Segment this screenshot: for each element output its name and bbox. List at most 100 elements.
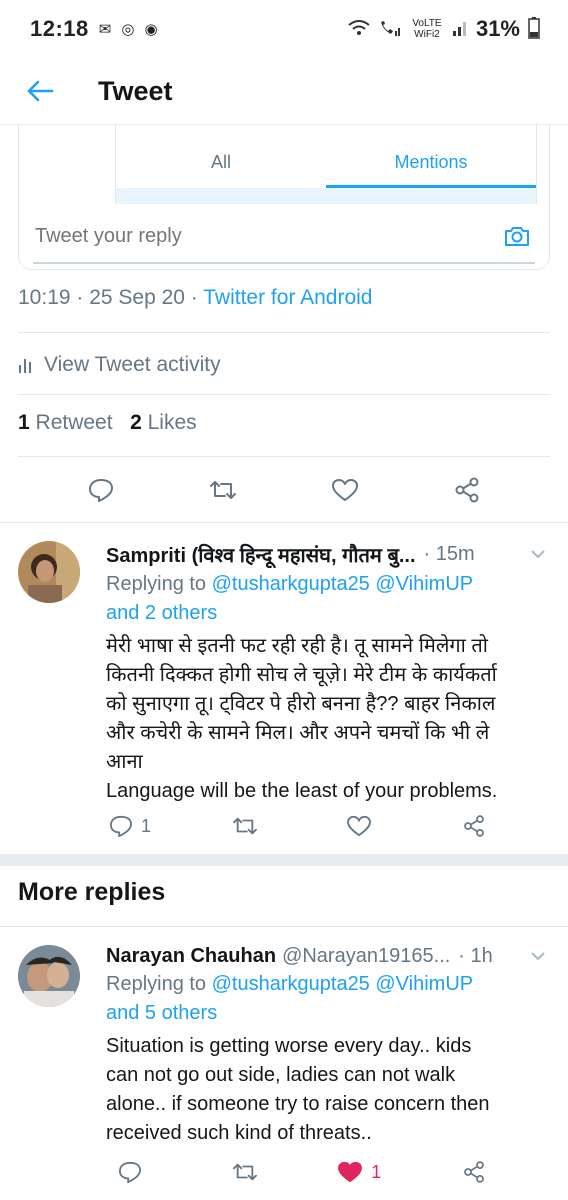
- reply-composer[interactable]: [33, 210, 535, 264]
- mail-icon: ✉: [98, 20, 112, 38]
- heart-icon: [347, 815, 372, 837]
- reply-icon: [118, 1161, 142, 1183]
- tab-all[interactable]: All: [116, 142, 326, 186]
- wifi-icon: [348, 19, 370, 39]
- tweet-source-link[interactable]: Twitter for Android: [203, 286, 372, 309]
- back-arrow-icon: [27, 80, 54, 102]
- share-button[interactable]: [443, 470, 491, 510]
- view-tweet-activity-label: View Tweet activity: [44, 353, 221, 376]
- like-button[interactable]: 1: [335, 1155, 383, 1189]
- reply-button[interactable]: [106, 1155, 154, 1189]
- battery-level: 31%: [475, 16, 520, 41]
- status-time: 12:18: [30, 16, 89, 41]
- reply-text-line: received such kind of threats..: [106, 1122, 372, 1144]
- like-count: 1: [371, 1161, 382, 1182]
- top-app-bar: Tweet: [0, 58, 568, 125]
- whatsapp-icon: ◎: [121, 20, 135, 38]
- heart-icon: [332, 479, 358, 501]
- embedded-tabs: All Mentions: [116, 142, 536, 186]
- reply-time: · 1h: [458, 945, 493, 967]
- reply-text: मेरी भाषा से इतनी फट रही रही है। तू सामन…: [106, 632, 546, 806]
- call-signal-icon: [378, 19, 402, 40]
- camera-icon: [505, 227, 529, 246]
- tab-mentions[interactable]: Mentions: [326, 142, 536, 186]
- signal-bars-icon: [452, 19, 468, 40]
- tweet-timestamp: 10:19 · 25 Sep 20 ·: [18, 286, 204, 309]
- avatar[interactable]: [18, 945, 80, 1007]
- divider: [18, 332, 550, 333]
- reply-text-line: को सुनाएगा तू। ट्विटर पे हीरो बनना है?? …: [106, 693, 496, 715]
- embedded-screenshot: All Mentions: [115, 124, 537, 204]
- reply-input[interactable]: [33, 223, 457, 249]
- share-icon: [464, 815, 484, 837]
- reply-text-line: कितनी दिक्कत होगी सोच ले चूज़े। मेरे टीम…: [106, 664, 497, 686]
- reply-text: Situation is getting worse every day.. k…: [106, 1032, 546, 1148]
- reply-count: 1: [140, 815, 151, 836]
- reply-author-name[interactable]: Sampriti (विश्व हिन्दू महासंघ, गौतम बु..…: [106, 541, 416, 568]
- replying-to-prefix: Replying to: [106, 573, 207, 595]
- tweet-timestamp-line: 10:19 · 25 Sep 20 · Twitter for Android: [18, 286, 373, 310]
- replying-to: Replying to @tusharkgupta25 @VihimUP and…: [106, 970, 546, 1028]
- analytics-icon: [19, 359, 31, 373]
- more-replies-heading: More replies: [18, 878, 166, 906]
- reply-text-line: मेरी भाषा से इतनी फट रही रही है। तू सामन…: [106, 635, 488, 657]
- likes-label: Likes: [147, 411, 197, 434]
- retweet-button[interactable]: [221, 1155, 269, 1189]
- retweet-icon: [232, 1163, 257, 1181]
- like-button[interactable]: [335, 809, 383, 843]
- reply-button[interactable]: [77, 470, 125, 510]
- divider: [18, 456, 550, 457]
- share-icon: [464, 1161, 484, 1183]
- status-bar: 12:18 ✉ ◎ ◉ VoLTE WiFi2 31%: [0, 0, 568, 58]
- embedded-tweet-card: All Mentions: [18, 124, 550, 270]
- embedded-content-strip: [116, 188, 536, 204]
- reply-text-line: alone.. if someone try to raise concern …: [106, 1093, 490, 1115]
- camera-button[interactable]: [499, 218, 535, 254]
- like-count: 2: [130, 411, 142, 434]
- reply-author-handle[interactable]: @Narayan19165...: [282, 945, 450, 968]
- retweet-label: Retweet: [35, 411, 113, 434]
- reply-header: Sampriti (विश्व हिन्दू महासंघ, गौतम बु..…: [106, 541, 546, 568]
- reply-action-bar: 1: [0, 809, 568, 843]
- chevron-down-icon[interactable]: [530, 948, 546, 966]
- reply-icon: [109, 815, 132, 837]
- carrier-label: VoLTE WiFi2: [412, 18, 442, 40]
- reply-button[interactable]: 1: [106, 809, 154, 843]
- reply-text-line: आना: [106, 751, 143, 773]
- retweet-button[interactable]: [221, 809, 269, 843]
- reply-text-line: can not go out side, ladies can not walk: [106, 1064, 456, 1086]
- reply-tweet[interactable]: Narayan Chauhan @Narayan19165... · 1h Re…: [0, 927, 568, 1200]
- replying-to-users[interactable]: @tusharkgupta25 @VihimUP: [212, 573, 473, 595]
- reply-time: · 15m: [423, 543, 475, 565]
- replying-to-users[interactable]: @tusharkgupta25 @VihimUP: [212, 973, 473, 995]
- replying-to-others[interactable]: and 2 others: [106, 602, 217, 624]
- retweet-icon: [232, 817, 257, 835]
- reply-tweet[interactable]: Sampriti (विश्व हिन्दू महासंघ, गौतम बु..…: [0, 523, 568, 853]
- like-button[interactable]: [321, 470, 369, 510]
- page-title: Tweet: [98, 75, 173, 106]
- replying-to-others[interactable]: and 5 others: [106, 1002, 217, 1024]
- reply-text-line: Language will be the least of your probl…: [106, 780, 498, 802]
- battery-icon: [528, 16, 540, 42]
- reply-text-line: Situation is getting worse every day.. k…: [106, 1035, 472, 1057]
- share-icon: [455, 477, 479, 503]
- retweet-button[interactable]: [199, 470, 247, 510]
- reply-author-name[interactable]: Narayan Chauhan: [106, 945, 276, 968]
- reply-action-bar: 1: [0, 1155, 568, 1189]
- heart-filled-icon: [338, 1161, 363, 1183]
- reply-icon: [89, 479, 113, 502]
- retweets-stat[interactable]: 1 Retweet: [18, 411, 113, 434]
- back-button[interactable]: [12, 63, 68, 119]
- likes-stat[interactable]: 2 Likes: [130, 411, 197, 434]
- view-tweet-activity[interactable]: View Tweet activity: [18, 348, 221, 382]
- avatar[interactable]: [18, 541, 80, 603]
- divider: [18, 394, 550, 395]
- app-notification-icon: ◉: [144, 20, 158, 38]
- chevron-down-icon[interactable]: [530, 546, 546, 564]
- replying-to-prefix: Replying to: [106, 973, 207, 995]
- section-separator: [0, 854, 568, 866]
- share-button[interactable]: [450, 1155, 498, 1189]
- retweet-icon: [210, 481, 236, 499]
- tweet-action-bar: [0, 470, 568, 510]
- share-button[interactable]: [450, 809, 498, 843]
